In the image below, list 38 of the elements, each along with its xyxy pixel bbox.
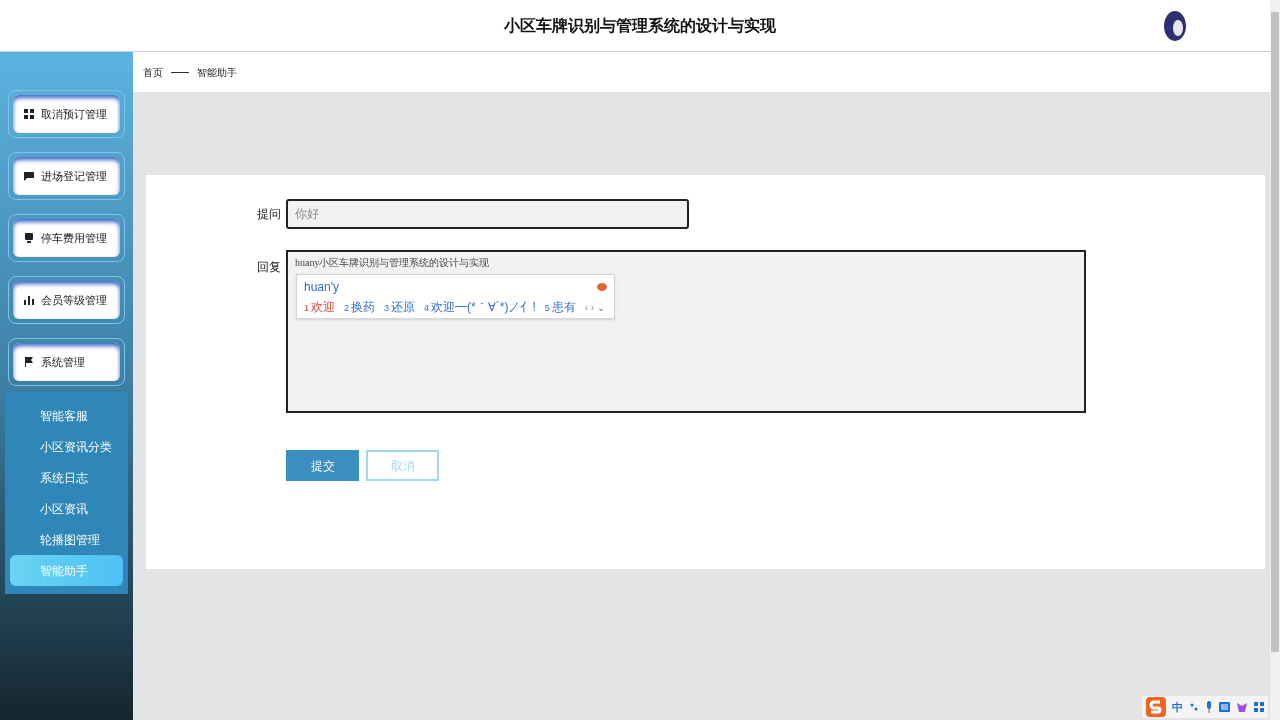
chat-icon [23, 170, 35, 182]
scrollbar[interactable] [1270, 0, 1280, 720]
submenu-item[interactable]: 轮播图管理 [10, 524, 123, 555]
menu-item[interactable]: 会员等级管理 [13, 281, 120, 319]
menu-item[interactable]: 进场登记管理 [13, 157, 120, 195]
breadcrumb-link[interactable]: 首页 [143, 64, 163, 80]
skin-icon[interactable] [1236, 701, 1248, 713]
avatar-icon[interactable] [1162, 10, 1188, 42]
grid-icon [23, 108, 35, 120]
ime-composition: huan'y [304, 279, 339, 296]
ime-logo-icon[interactable] [1146, 697, 1166, 717]
ime-candidate[interactable]: 5 患有 [544, 298, 576, 316]
ime-candidate[interactable]: 2 换药 [344, 298, 376, 316]
bar-chart-icon [23, 294, 35, 306]
question-label: 提问 [257, 206, 282, 223]
submenu-item[interactable]: 智能客服 [10, 400, 123, 431]
reply-label: 回复 [257, 259, 282, 276]
menu-item[interactable]: 系统管理 [13, 343, 120, 381]
grid-icon[interactable] [1254, 702, 1264, 712]
keyboard-icon[interactable] [1219, 702, 1230, 712]
breadcrumb-current: 智能助手 [197, 65, 237, 80]
monitor-icon [23, 232, 35, 244]
submit-button[interactable]: 提交 [286, 450, 359, 481]
ime-candidate[interactable]: 4 欢迎━(*｀∀´*)ノ亻! [424, 298, 536, 316]
ime-candidate[interactable]: 3 还原 [384, 298, 416, 316]
punctuation-icon[interactable] [1189, 702, 1199, 712]
menu-item[interactable]: 停车费用管理 [13, 219, 120, 257]
menu-item[interactable]: 取消预订管理 [13, 95, 120, 133]
ime-page-buttons[interactable]: ‹ › ⌄ [584, 299, 605, 315]
submenu-item[interactable]: 小区资讯 [10, 493, 123, 524]
system-title: 小区车牌识别与管理系统的设计与实现 [504, 15, 776, 36]
microphone-icon[interactable] [1205, 701, 1213, 713]
submenu-item[interactable]: 系统日志 [10, 462, 123, 493]
ime-mode[interactable]: 中 [1172, 698, 1183, 716]
submenu-item[interactable]: 小区资讯分类 [10, 431, 123, 462]
question-field[interactable]: 你好 [286, 199, 689, 229]
flag-icon [23, 356, 35, 368]
ime-candidate[interactable]: 1 欢迎 [304, 298, 335, 316]
